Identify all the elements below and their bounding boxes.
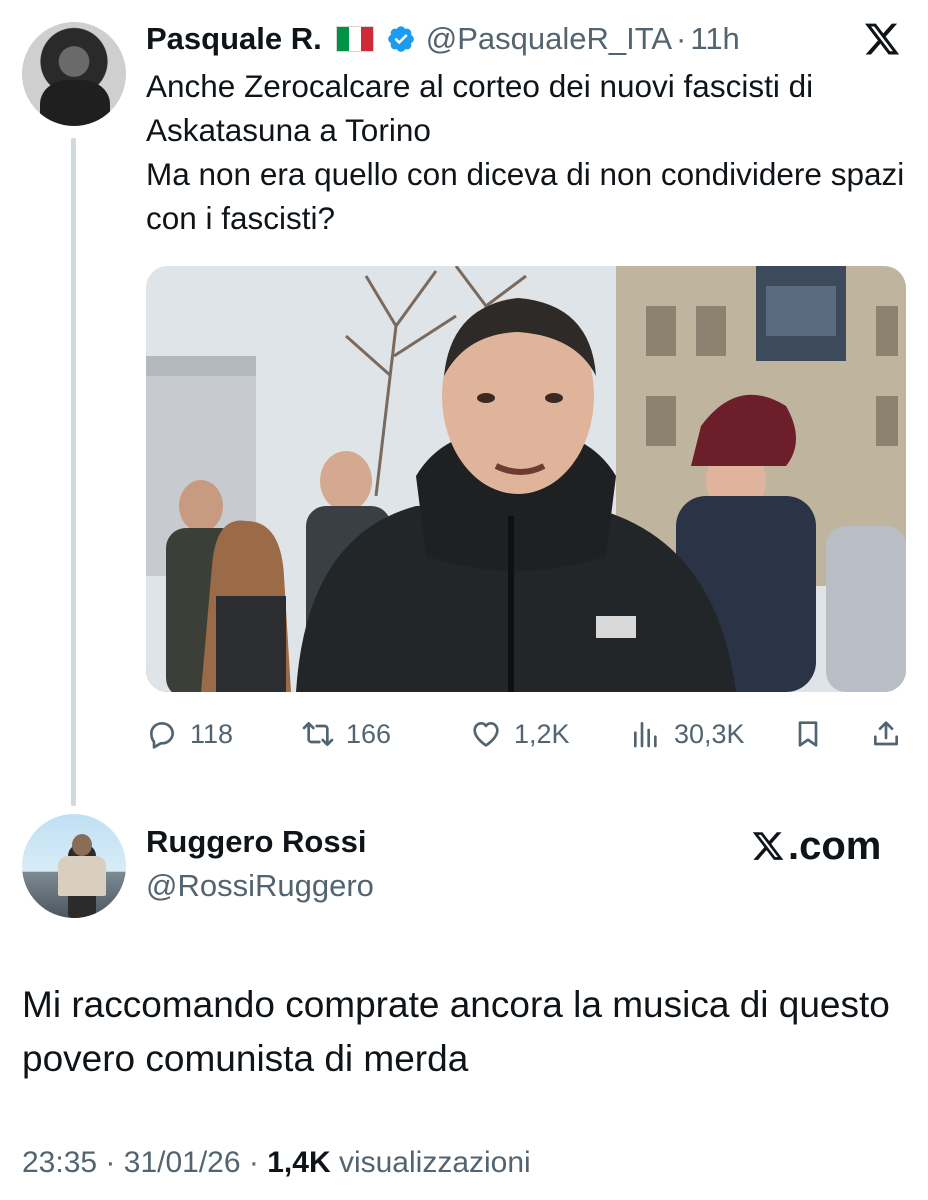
views-icon	[634, 722, 657, 748]
brand-domain: .com	[788, 823, 882, 868]
tweet-header: Pasquale R. @PasqualeR_ITA · 11h	[146, 18, 740, 60]
x-logo-icon	[752, 832, 784, 860]
author-display-name[interactable]: Pasquale R.	[146, 21, 322, 57]
thread-connector-line	[71, 138, 76, 806]
reply-author-avatar[interactable]	[22, 814, 126, 918]
header-separator: ·	[676, 21, 687, 56]
like-button[interactable]: 1,2K	[470, 712, 570, 756]
italy-flag-icon	[335, 26, 374, 52]
author-avatar[interactable]	[22, 22, 126, 126]
retweet-icon	[302, 722, 334, 746]
share-icon	[874, 721, 898, 746]
tweet-metadata: 23:35 · 31/01/26 · 1,4K visualizzazioni	[22, 1146, 531, 1180]
meta-separator: ·	[105, 1146, 116, 1179]
tweet-photo[interactable]	[146, 266, 906, 692]
reply-author-handle[interactable]: @RossiRuggero	[146, 868, 374, 904]
post-views-count[interactable]: 1,4K	[267, 1146, 330, 1179]
post-time[interactable]: 23:35	[22, 1146, 97, 1179]
reply-icon	[150, 722, 174, 749]
like-count: 1,2K	[514, 718, 570, 749]
views-count: 30,3K	[674, 718, 745, 749]
reply-author-display-name[interactable]: Ruggero Rossi	[146, 824, 366, 860]
tweet-actions-bar: 118 166 1,2K 30,3K	[146, 712, 906, 756]
share-button[interactable]	[870, 712, 902, 756]
verified-badge-icon	[387, 26, 414, 52]
retweet-button[interactable]: 166	[302, 712, 391, 756]
tweet-timestamp[interactable]: 11h	[690, 21, 739, 57]
post-date[interactable]: 31/01/26	[124, 1146, 241, 1179]
x-com-watermark: .com	[750, 822, 881, 870]
reply-button[interactable]: 118	[146, 712, 233, 756]
bookmark-button[interactable]	[792, 712, 824, 756]
retweet-count: 166	[346, 718, 392, 749]
tweet-text-line: Anche Zerocalcare al corteo dei nuovi fa…	[146, 68, 814, 148]
tweet-text-line: Ma non era quello con diceva di non cond…	[146, 156, 905, 236]
tweet-text: Anche Zerocalcare al corteo dei nuovi fa…	[146, 64, 916, 240]
meta-separator: ·	[248, 1146, 259, 1179]
views-button[interactable]: 30,3K	[630, 712, 745, 756]
reply-tweet-text: Mi raccomando comprate ancora la musica …	[22, 984, 890, 1079]
bookmark-icon	[798, 721, 818, 747]
author-handle[interactable]: @PasqualeR_ITA	[426, 21, 672, 57]
heart-icon	[473, 722, 499, 747]
post-views-label: visualizzazioni	[338, 1146, 531, 1179]
reply-count: 118	[190, 718, 234, 749]
x-logo-icon	[864, 23, 900, 55]
